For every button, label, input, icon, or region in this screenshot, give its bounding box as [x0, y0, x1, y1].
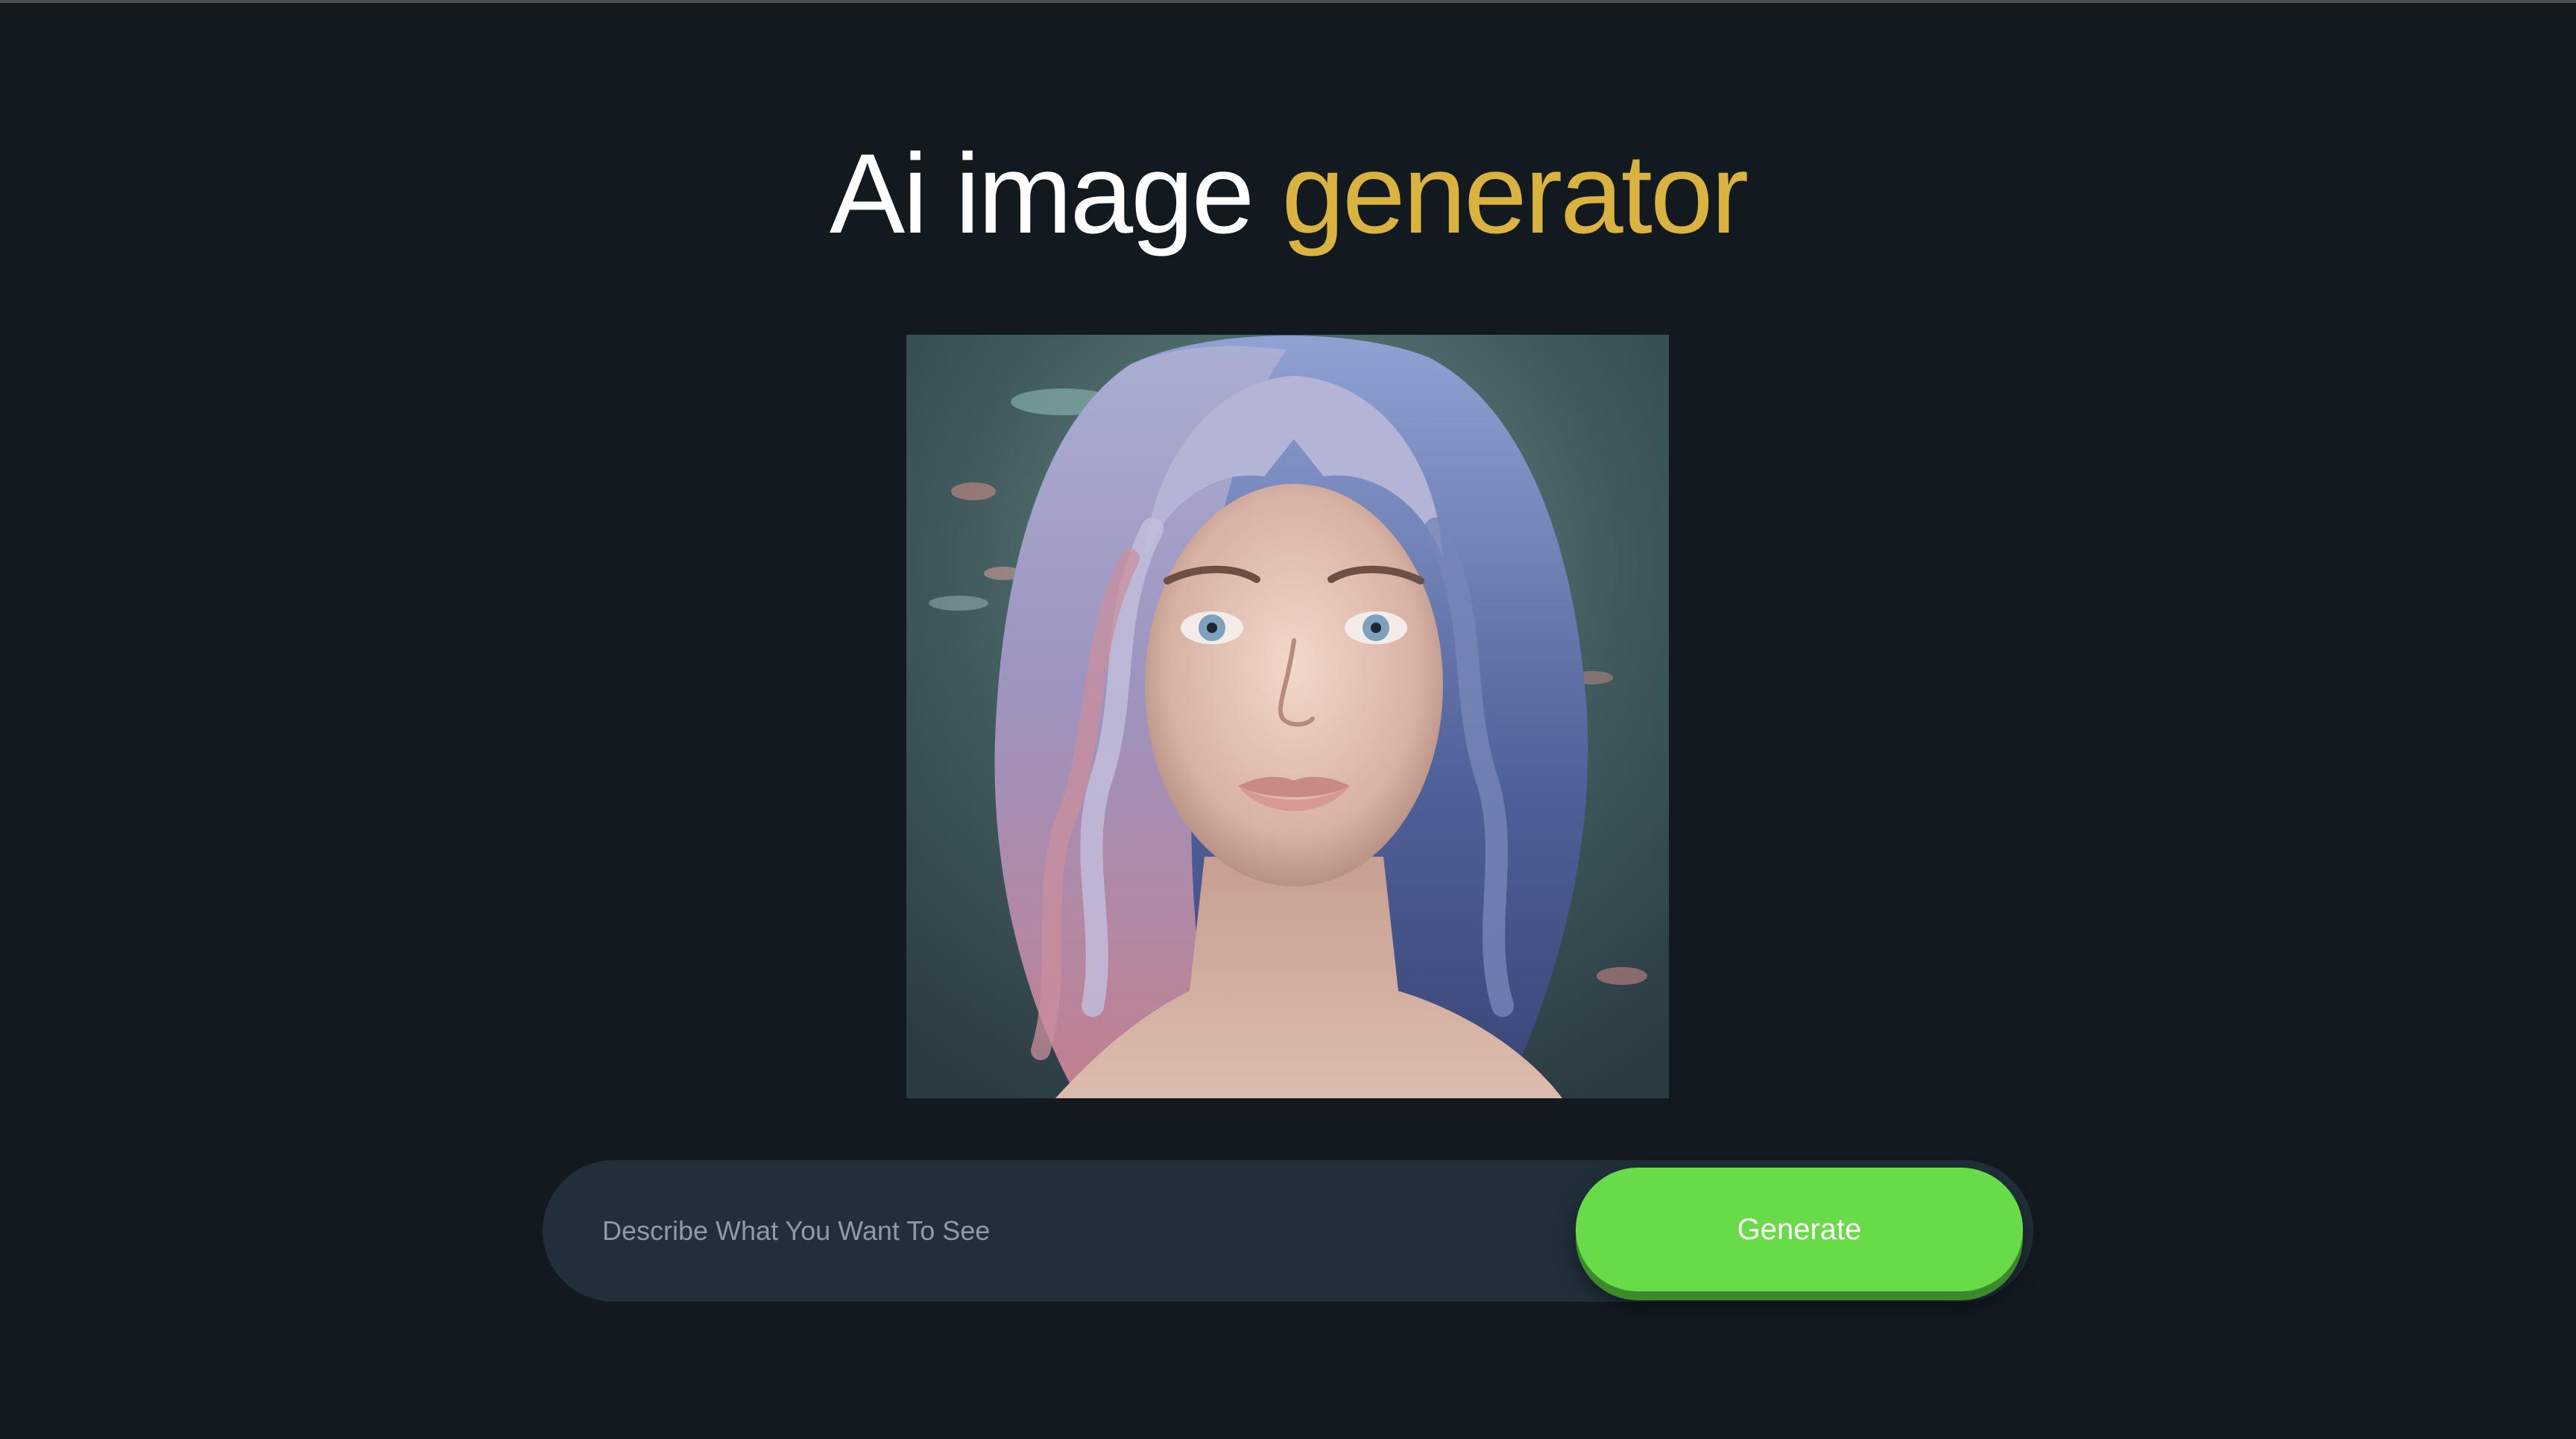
prompt-input[interactable] — [602, 1160, 1556, 1302]
title-accent: generator — [1281, 130, 1749, 257]
prompt-bar: Generate — [543, 1160, 2033, 1302]
generate-button[interactable]: Generate — [1576, 1168, 2023, 1291]
page: Ai image generator Describe What You Wan… — [0, 0, 2576, 1439]
window-top-border — [0, 0, 2576, 3]
portrait-illustration — [906, 335, 1669, 1098]
generated-image — [906, 335, 1669, 1098]
page-title: Ai image generator — [0, 127, 2576, 261]
title-main: Ai image — [829, 130, 1254, 257]
